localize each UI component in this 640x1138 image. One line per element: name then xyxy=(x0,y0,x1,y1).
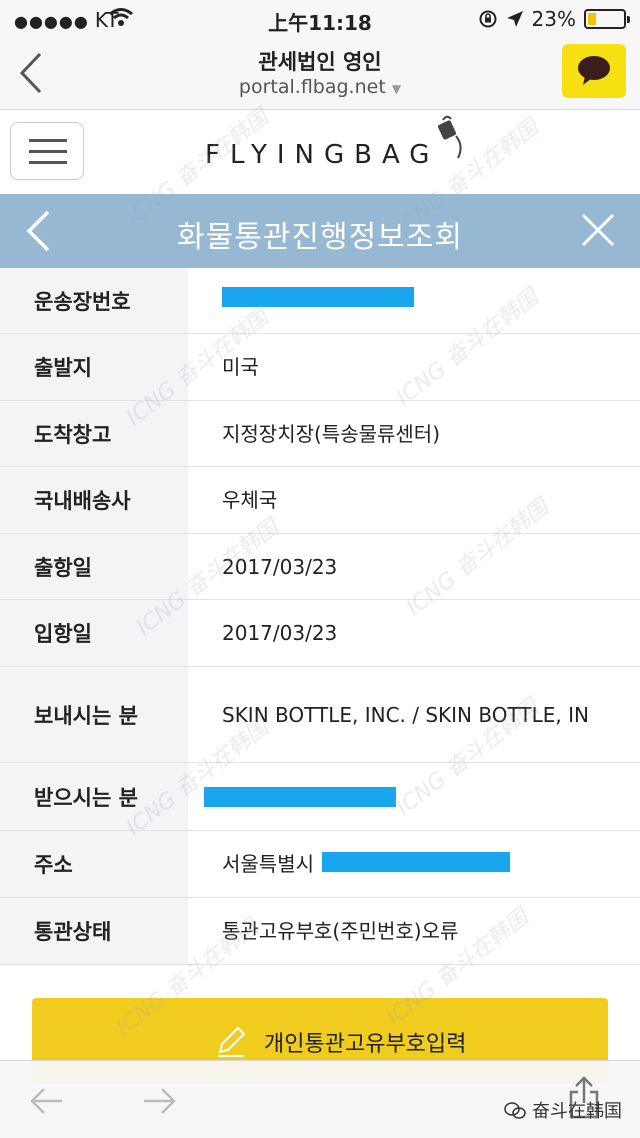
back-arrow-icon[interactable] xyxy=(26,1083,66,1119)
row-value: 서울특별시 xyxy=(188,831,640,897)
row-label: 국내배송사 xyxy=(0,467,188,533)
status-right: 23% xyxy=(478,7,630,31)
row-label: 보내시는 분 xyxy=(0,667,188,762)
section-title-bar: 화물통관진행정보조회 xyxy=(0,194,640,268)
close-icon[interactable] xyxy=(580,210,616,250)
row-value: 통관고유부호(주민번호)오류 xyxy=(222,919,459,943)
hamburger-menu-button[interactable] xyxy=(10,122,84,180)
row-value xyxy=(188,268,640,333)
flyingbag-logo: FLYINGBAG xyxy=(205,140,440,170)
row-label: 운송장번호 xyxy=(0,268,188,333)
table-row: 국내배송사 우체국 xyxy=(0,467,640,534)
pencil-icon xyxy=(218,1026,246,1057)
corner-watermark: 奋斗在韩国 xyxy=(504,1097,622,1123)
redaction-mark xyxy=(222,286,414,307)
menu-line-icon xyxy=(29,150,67,153)
battery-fill xyxy=(588,13,596,25)
site-header: FLYINGBAG xyxy=(0,110,640,194)
rotation-lock-icon xyxy=(479,10,497,28)
row-label: 도착창고 xyxy=(0,401,188,466)
menu-line-icon xyxy=(29,139,67,142)
page-title: 관세법인 영인 xyxy=(258,50,382,74)
row-value: 우체국 xyxy=(222,488,278,512)
row-label: 입항일 xyxy=(0,600,188,666)
battery-percent: 23% xyxy=(531,7,576,31)
row-label: 출항일 xyxy=(0,534,188,599)
row-value-text: 서울특별시 xyxy=(222,852,314,876)
chat-bubble-icon xyxy=(578,56,610,85)
bag-logo-icon xyxy=(437,115,462,159)
status-bar: ●●●●● KT 上午11:18 23% xyxy=(0,0,640,38)
battery-icon xyxy=(584,9,630,29)
cargo-info-table: 운송장번호 출발지 미국 도착창고 지정장치장(특송물류센터) 국내배송사 우체… xyxy=(0,268,640,965)
wechat-icon xyxy=(504,1102,527,1119)
row-label: 주소 xyxy=(0,831,188,897)
url-text: portal.flbag.net xyxy=(238,76,386,98)
row-value xyxy=(188,763,640,830)
table-row: 도착창고 지정장치장(특송물류센터) xyxy=(0,401,640,467)
table-row: 운송장번호 xyxy=(0,268,640,334)
row-value: SKIN BOTTLE, INC. / SKIN BOTTLE, IN xyxy=(222,702,589,727)
table-row: 통관상태 통관고유부호(주민번호)오류 xyxy=(0,898,640,965)
corner-watermark-text: 奋斗在韩国 xyxy=(532,1101,622,1122)
table-row: 출항일 2017/03/23 xyxy=(0,534,640,600)
app-screen: ●●●●● KT 上午11:18 23% 관세법인 영인 portal.flba… xyxy=(0,0,640,1138)
row-label: 받으시는 분 xyxy=(0,763,188,830)
row-label: 출발지 xyxy=(0,334,188,400)
browser-toolbar: 奋斗在韩国 xyxy=(0,1060,640,1138)
section-title: 화물통관진행정보조회 xyxy=(177,220,463,255)
button-label: 개인통관고유부호입력 xyxy=(264,1032,467,1057)
redaction-mark xyxy=(204,786,396,807)
redaction-mark xyxy=(322,852,510,872)
page-url[interactable]: portal.flbag.net ▼ xyxy=(0,76,640,98)
location-arrow-icon xyxy=(506,11,523,27)
row-value: 2017/03/23 xyxy=(222,621,338,645)
url-dropdown-icon: ▼ xyxy=(391,82,402,96)
table-row: 보내시는 분 SKIN BOTTLE, INC. / SKIN BOTTLE, … xyxy=(0,667,640,763)
row-value: 미국 xyxy=(222,355,259,379)
menu-line-icon xyxy=(29,161,67,164)
browser-header: 관세법인 영인 portal.flbag.net ▼ xyxy=(0,38,640,110)
table-row: 받으시는 분 xyxy=(0,763,640,831)
table-row: 주소 서울특별시 xyxy=(0,831,640,898)
row-value: 2017/03/23 xyxy=(222,554,338,579)
forward-arrow-icon[interactable] xyxy=(140,1083,180,1119)
table-row: 입항일 2017/03/23 xyxy=(0,600,640,667)
row-label: 통관상태 xyxy=(0,898,188,964)
kakaotalk-button[interactable] xyxy=(562,44,626,98)
table-row: 출발지 미국 xyxy=(0,334,640,401)
row-value: 지정장치장(특송물류센터) xyxy=(222,421,441,446)
